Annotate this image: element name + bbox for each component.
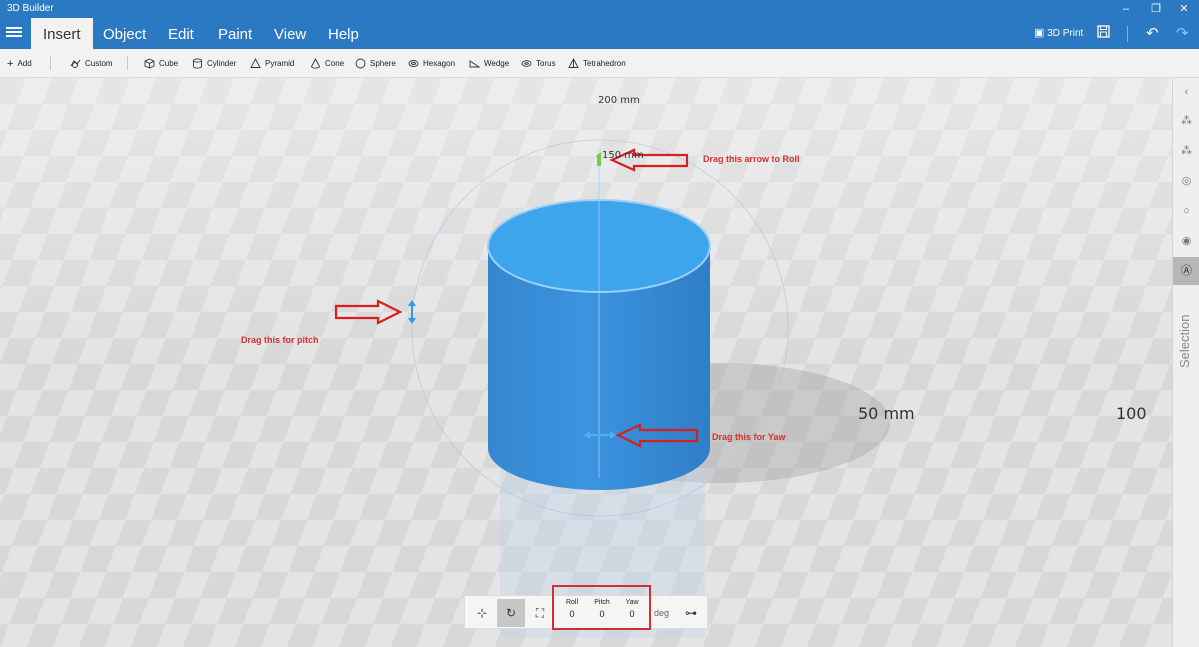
transform-settings-icon[interactable]: ⊶ [677, 599, 705, 627]
hexagon-icon [408, 60, 419, 67]
custom-button[interactable]: Custom [70, 49, 113, 78]
collapse-panel-chevron-icon[interactable]: ‹ [1173, 78, 1199, 106]
pitch-annotation-text: Drag this for pitch [241, 335, 319, 345]
add-label: Add [17, 59, 32, 68]
toolbar-divider [50, 56, 51, 70]
save-icon[interactable] [1097, 18, 1110, 49]
close-button[interactable]: ✕ [1174, 1, 1194, 17]
hexagon-label: Hexagon [423, 59, 456, 68]
select-objects-icon[interactable]: ⁂ [1173, 107, 1199, 135]
move-tool-icon[interactable]: ⊹ [468, 599, 496, 627]
cube-label: Cube [159, 59, 179, 68]
scale-tool-icon[interactable]: ⛶ [526, 599, 554, 627]
custom-label: Custom [85, 59, 113, 68]
insert-toolbar: + Add Custom Cube Cylinder Pyramid Cone … [0, 49, 1199, 78]
add-button[interactable]: + Add [7, 49, 32, 78]
scale-label-right-far: 100 [1116, 404, 1147, 423]
torus-icon [521, 60, 532, 67]
title-bar: 3D Builder – ❐ ✕ [0, 0, 1199, 18]
3d-viewport[interactable]: 200 mm 150 mm 50 mm 100 Drag this arrow … [0, 78, 1172, 647]
scene-canvas [0, 78, 1172, 647]
tab-insert[interactable]: Insert [31, 18, 93, 49]
tab-object[interactable]: Object [91, 18, 158, 49]
print-3d-label: 3D Print [1047, 28, 1084, 39]
select-group-icon[interactable]: ⁂ [1173, 137, 1199, 165]
sphere-label: Sphere [370, 59, 396, 68]
undo-icon[interactable]: ↶ [1146, 18, 1159, 49]
torus-button[interactable]: Torus [521, 49, 556, 78]
tetrahedron-label: Tetrahedron [583, 59, 626, 68]
printer-icon: ▣ [1034, 27, 1045, 39]
scale-label-right-near: 50 mm [858, 404, 915, 423]
print-3d-button[interactable]: ▣ 3D Print [1034, 18, 1083, 49]
sphere-button[interactable]: Sphere [355, 49, 396, 78]
scale-label-top: 200 mm [598, 95, 640, 106]
cone-label: Cone [325, 59, 345, 68]
ribbon-divider [1127, 26, 1128, 42]
cylinder-icon [193, 58, 202, 69]
sphere-icon [355, 58, 366, 69]
degree-unit-label: deg [654, 608, 670, 618]
selection-mode-icon[interactable]: Ⓐ [1173, 257, 1199, 285]
yaw-annotation-text: Drag this for Yaw [712, 432, 786, 442]
window-title: 3D Builder [7, 3, 54, 14]
wedge-icon [469, 60, 480, 68]
redo-icon[interactable]: ↷ [1176, 18, 1189, 49]
select-paint-icon[interactable]: ◉ [1173, 227, 1199, 255]
tetrahedron-icon [568, 58, 579, 68]
pyramid-button[interactable]: Pyramid [250, 49, 294, 78]
scale-label-mid: 150 mm [602, 150, 644, 161]
wedge-button[interactable]: Wedge [469, 49, 509, 78]
rotate-tool-icon[interactable]: ↻ [497, 599, 525, 627]
transform-fields-highlight [552, 585, 651, 630]
plus-icon: + [7, 57, 14, 70]
cone-button[interactable]: Cone [310, 49, 344, 78]
hexagon-button[interactable]: Hexagon [408, 49, 455, 78]
ribbon: Insert Object Edit Paint View Help ▣ 3D … [0, 18, 1199, 49]
select-circle-icon[interactable]: ○ [1173, 197, 1199, 225]
cube-button[interactable]: Cube [144, 49, 178, 78]
pyramid-label: Pyramid [265, 59, 295, 68]
maximize-button[interactable]: ❐ [1146, 1, 1166, 17]
tab-help[interactable]: Help [316, 18, 371, 49]
tetrahedron-button[interactable]: Tetrahedron [568, 49, 626, 78]
cylinder-button[interactable]: Cylinder [192, 49, 236, 78]
toolbar-divider [127, 56, 128, 70]
wedge-label: Wedge [484, 59, 510, 68]
selection-panel-label: Selection [1177, 314, 1192, 368]
roll-annotation-text: Drag this arrow to Roll [703, 154, 800, 164]
tab-paint[interactable]: Paint [206, 18, 264, 49]
right-side-panel: ‹ ⁂ ⁂ ◎ ○ ◉ Ⓐ Selection [1172, 78, 1199, 647]
cone-icon [311, 58, 320, 69]
minimize-button[interactable]: – [1116, 1, 1136, 17]
tab-view[interactable]: View [262, 18, 318, 49]
torus-label: Torus [536, 59, 556, 68]
pyramid-icon [250, 58, 261, 68]
tab-edit[interactable]: Edit [156, 18, 206, 49]
custom-shape-icon [70, 59, 81, 68]
hamburger-menu-icon[interactable] [6, 25, 22, 41]
cube-icon [144, 58, 155, 69]
cylinder-label: Cylinder [207, 59, 237, 68]
select-faces-icon[interactable]: ◎ [1173, 167, 1199, 195]
